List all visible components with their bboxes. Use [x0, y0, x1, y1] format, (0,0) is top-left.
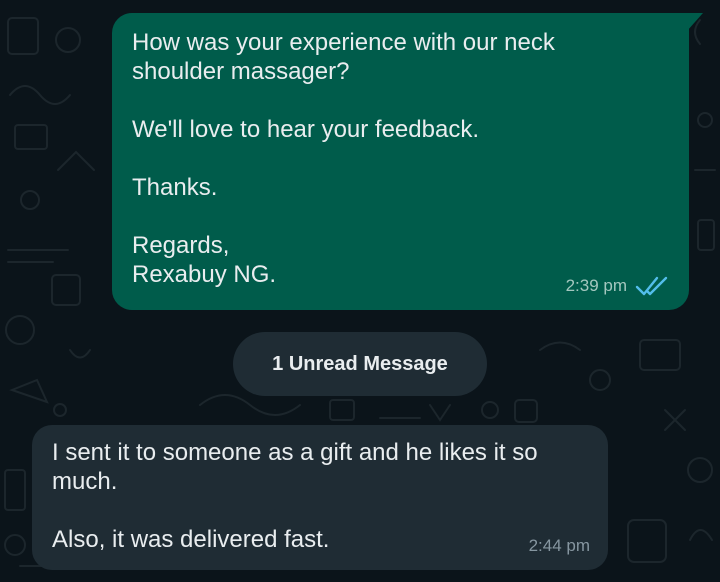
- unread-messages-label: 1 Unread Message: [272, 352, 448, 375]
- message-text-line: shoulder massager?: [132, 58, 350, 85]
- message-text-line: much.: [52, 468, 118, 495]
- bubble-tail: [687, 13, 703, 31]
- message-timestamp: 2:44 pm: [528, 536, 590, 555]
- double-check-read-icon: [635, 276, 668, 295]
- message-text-line: I sent it to someone as a gift and he li…: [52, 439, 538, 466]
- message-meta: 2:39 pm: [566, 271, 669, 300]
- message-meta: 2:44 pm: [529, 531, 590, 560]
- message-timestamp: 2:39 pm: [565, 276, 627, 295]
- outgoing-message-bubble[interactable]: How was your experience with our neck sh…: [112, 13, 703, 310]
- message-text-line: Also, it was delivered fast.: [52, 526, 330, 553]
- message-text-line: We'll love to hear your feedback.: [132, 116, 479, 143]
- message-text-line: How was your experience with our neck: [132, 29, 555, 56]
- incoming-message-bubble[interactable]: I sent it to someone as a gift and he li…: [32, 425, 608, 570]
- unread-messages-divider: 1 Unread Message: [233, 332, 487, 396]
- message-text-line: Regards,: [132, 232, 230, 259]
- message-text-line: Thanks.: [132, 174, 218, 201]
